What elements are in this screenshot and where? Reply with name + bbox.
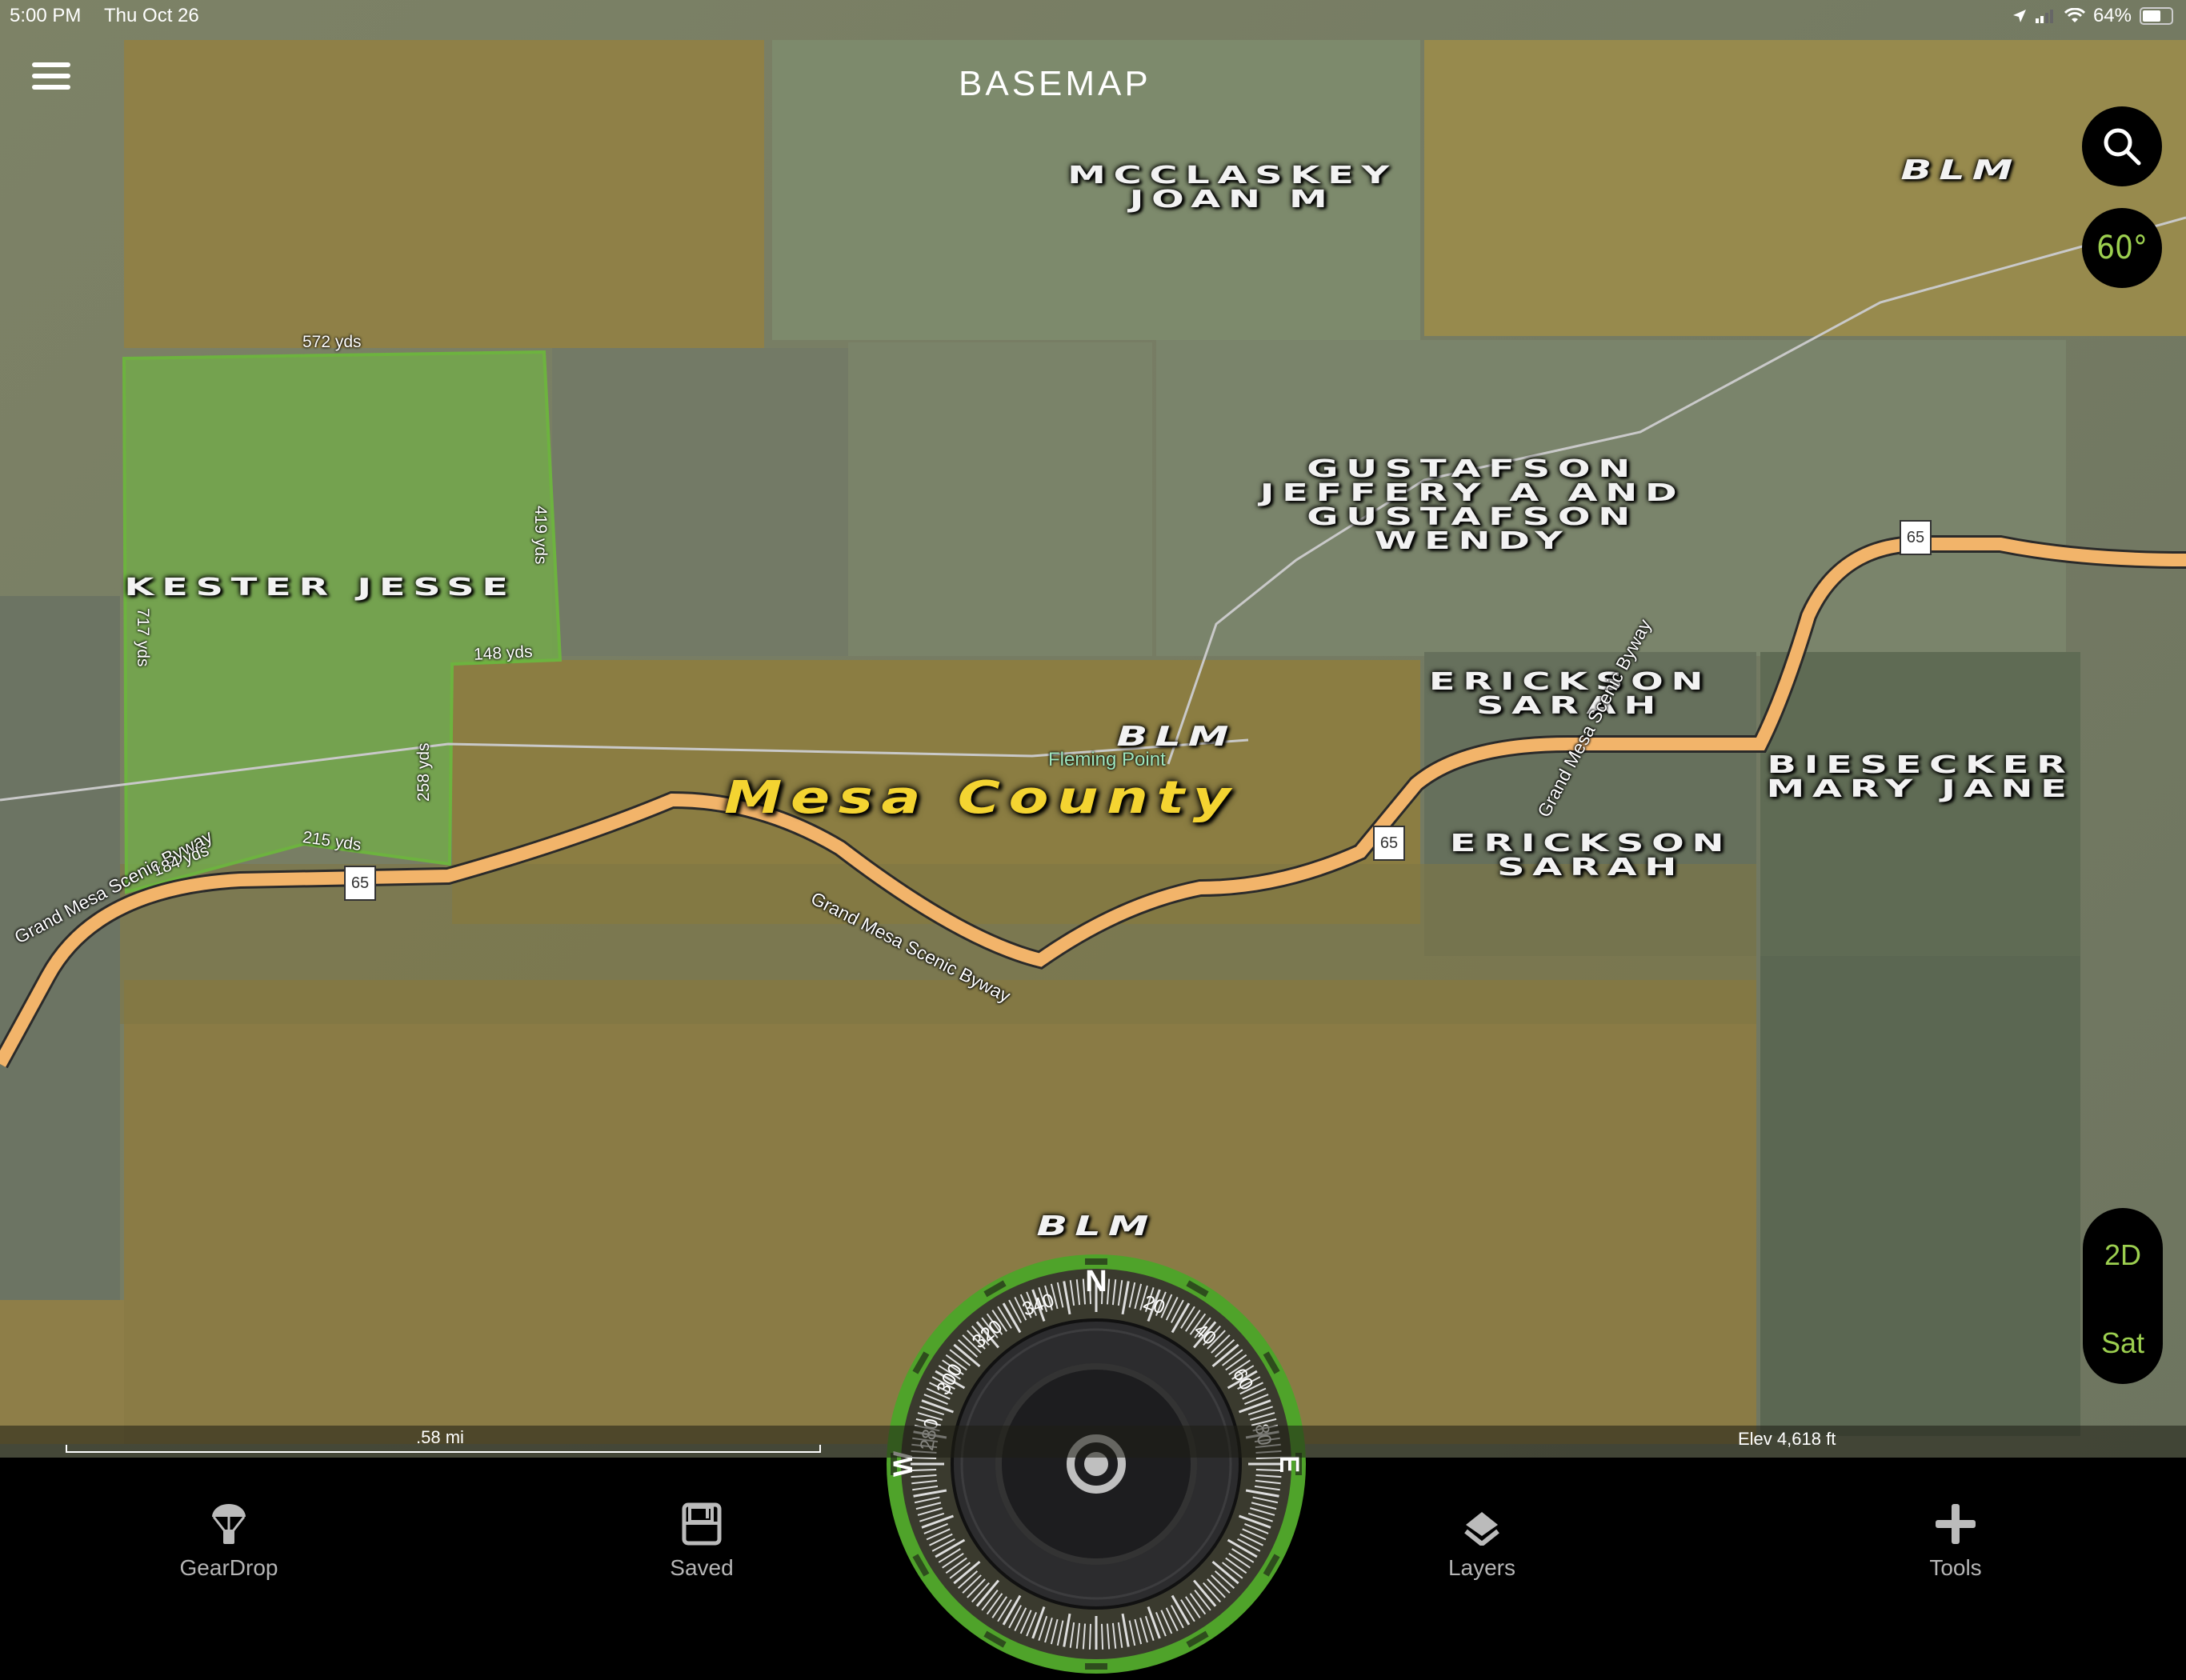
- blm-label: BLM: [1900, 154, 2020, 186]
- parcel-owner-label: ERICKSON SARAH: [1428, 668, 1712, 720]
- compass-tick: [1088, 1623, 1092, 1650]
- status-indicators: 64%: [2012, 5, 2173, 27]
- route-shield: 65: [1373, 826, 1405, 861]
- tab-label: Layers: [1447, 1555, 1516, 1580]
- compass-dial[interactable]: 28030032034020406080 N W E: [880, 1248, 1312, 1680]
- selected-parcel-outline: [122, 350, 563, 894]
- tab-label: Tools: [1929, 1555, 1982, 1580]
- compass-tick: [1100, 1623, 1104, 1650]
- tilt-label: 60°: [2096, 230, 2148, 266]
- status-time: 5:00 PM: [10, 5, 82, 26]
- parachute-icon: [212, 1504, 246, 1544]
- save-disk-icon: [682, 1502, 722, 1546]
- tilt-button[interactable]: 60°: [2082, 208, 2162, 288]
- scale-bar: [66, 1445, 821, 1453]
- tab-tools[interactable]: Tools: [1876, 1458, 2036, 1580]
- blm-label: BLM: [1036, 1210, 1156, 1242]
- dimension-label: 572 yds: [302, 333, 362, 351]
- route-shield: 65: [344, 866, 376, 901]
- compass-ring-notch: [1085, 1663, 1107, 1670]
- county-label: Mesa County: [724, 772, 1239, 824]
- battery-percent: 64%: [2092, 5, 2132, 26]
- tab-saved[interactable]: Saved: [622, 1458, 782, 1580]
- view-toggle: 2D Sat: [2083, 1208, 2163, 1384]
- search-button[interactable]: [2082, 106, 2162, 186]
- battery-icon: [2140, 7, 2173, 25]
- tab-layers[interactable]: Layers: [1402, 1458, 1562, 1580]
- search-icon: [2104, 128, 2141, 166]
- map-type-button[interactable]: Sat: [2083, 1326, 2163, 1360]
- tab-label: GearDrop: [179, 1555, 278, 1580]
- compass-ring-notch: [1085, 1258, 1107, 1265]
- compass-north: N: [1085, 1265, 1107, 1298]
- status-date: Thu Oct 26: [104, 5, 199, 26]
- blm-label: BLM: [1116, 721, 1236, 753]
- info-bar: [0, 1426, 2186, 1458]
- parcel-owner-label: KESTER JESSE: [124, 574, 516, 602]
- dimension-label: 717 yds: [134, 608, 152, 667]
- wifi-icon: [2064, 8, 2085, 22]
- parcel-owner-label: ERICKSON SARAH: [1449, 830, 1732, 882]
- layers-icon: [1464, 1512, 1499, 1546]
- tab-geardrop[interactable]: GearDrop: [149, 1458, 309, 1580]
- basemap-logo: BASEMAP: [959, 64, 1151, 103]
- poi-label-fleming-point[interactable]: Fleming Point: [1048, 749, 1166, 771]
- parcel-owner-label: MCCLASKEY JOAN M: [1067, 162, 1397, 214]
- plus-icon: [1936, 1504, 1976, 1544]
- location-arrow-icon: [2012, 10, 2026, 22]
- status-bar: 5:00 PM Thu Oct 26 64%: [0, 0, 2186, 35]
- elevation-readout: Elev 4,618 ft: [1738, 1429, 1836, 1449]
- view-mode-button[interactable]: 2D: [2083, 1238, 2163, 1272]
- compass-east: E: [1274, 1455, 1304, 1474]
- dimension-label: 258 yds: [414, 742, 433, 802]
- dimension-label: 419 yds: [531, 506, 550, 565]
- dimension-label: 148 yds: [473, 642, 534, 664]
- map-view[interactable]: MCCLASKEY JOAN M GUSTAFSON JEFFERY A AND GU…: [0, 0, 2186, 1458]
- parcel-owner-label: BIESECKER MARY JANE: [1766, 751, 2075, 803]
- cellular-signal-icon: [2035, 10, 2053, 23]
- parcel-owner-label: GUSTAFSON JEFFERY A AND GUSTAFSON WENDY: [1259, 455, 1685, 555]
- tab-label: Saved: [670, 1555, 734, 1580]
- route-shield: 65: [1900, 520, 1932, 555]
- hamburger-menu-icon[interactable]: [32, 62, 70, 94]
